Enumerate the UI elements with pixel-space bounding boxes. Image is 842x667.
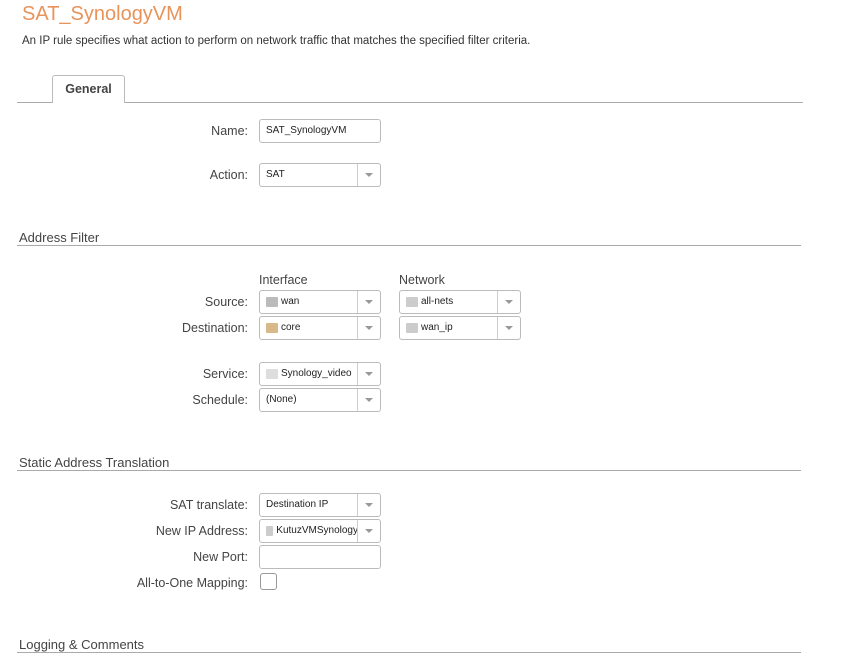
- all-to-one-checkbox[interactable]: [260, 573, 277, 590]
- interface-icon: [266, 297, 278, 307]
- new-port-label: New Port:: [193, 550, 248, 564]
- destination-interface-select[interactable]: core: [259, 316, 381, 340]
- chevron-down-icon: [357, 363, 380, 385]
- source-network-select[interactable]: all-nets: [399, 290, 521, 314]
- chevron-down-icon: [497, 317, 520, 339]
- schedule-label: Schedule:: [192, 393, 248, 407]
- source-interface-value: wan: [281, 296, 300, 307]
- sat-translate-value: Destination IP: [266, 499, 329, 510]
- network-object-icon: [406, 323, 418, 333]
- interface-icon: [266, 323, 278, 333]
- page-description: An IP rule specifies what action to perf…: [22, 35, 531, 47]
- divider: [17, 470, 801, 471]
- chevron-down-icon: [357, 317, 380, 339]
- sat-heading: Static Address Translation: [19, 455, 170, 470]
- new-ip-select[interactable]: KutuzVMSynology: [259, 519, 381, 543]
- action-value: SAT: [266, 169, 285, 180]
- network-header: Network: [399, 273, 445, 287]
- schedule-select[interactable]: (None): [259, 388, 381, 412]
- chevron-down-icon: [357, 494, 380, 516]
- service-select[interactable]: Synology_video: [259, 362, 381, 386]
- destination-network-value: wan_ip: [421, 322, 453, 333]
- tab-divider: [17, 102, 803, 103]
- service-value: Synology_video: [281, 368, 352, 379]
- interface-header: Interface: [259, 273, 308, 287]
- chevron-down-icon: [357, 164, 380, 186]
- all-to-one-label: All-to-One Mapping:: [136, 576, 248, 590]
- page-title: SAT_SynologyVM: [22, 3, 183, 25]
- service-icon: [266, 369, 278, 379]
- tab-general[interactable]: General: [52, 75, 125, 103]
- schedule-value: (None): [266, 394, 297, 405]
- destination-interface-value: core: [281, 322, 301, 333]
- source-interface-select[interactable]: wan: [259, 290, 381, 314]
- destination-network-select[interactable]: wan_ip: [399, 316, 521, 340]
- divider: [17, 652, 801, 653]
- service-label: Service:: [202, 367, 248, 381]
- new-ip-value: KutuzVMSynology: [276, 525, 358, 536]
- sat-translate-label: SAT translate:: [169, 498, 248, 512]
- chevron-down-icon: [357, 520, 380, 542]
- divider: [17, 245, 801, 246]
- logging-heading: Logging & Comments: [19, 637, 145, 652]
- network-object-icon: [266, 526, 274, 536]
- address-filter-heading: Address Filter: [19, 230, 100, 245]
- new-port-input[interactable]: [259, 545, 381, 569]
- destination-label: Destination:: [181, 321, 248, 335]
- name-label: Name:: [211, 124, 248, 138]
- chevron-down-icon: [357, 389, 380, 411]
- chevron-down-icon: [497, 291, 520, 313]
- source-network-value: all-nets: [421, 296, 454, 307]
- action-select[interactable]: SAT: [259, 163, 381, 187]
- chevron-down-icon: [357, 291, 380, 313]
- name-input[interactable]: SAT_SynologyVM: [259, 119, 381, 143]
- action-label: Action:: [209, 168, 248, 182]
- source-label: Source:: [204, 295, 248, 309]
- new-ip-label: New IP Address:: [155, 524, 248, 538]
- sat-translate-select[interactable]: Destination IP: [259, 493, 381, 517]
- network-object-icon: [406, 297, 418, 307]
